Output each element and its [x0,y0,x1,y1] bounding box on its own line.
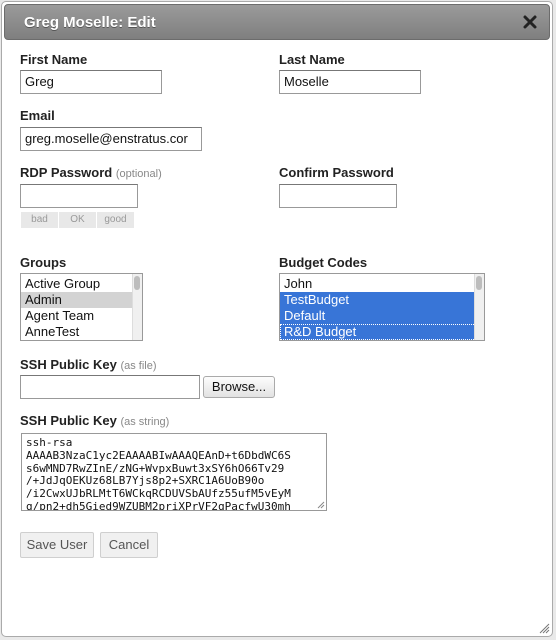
first-name-label: First Name [20,52,88,67]
ssh-string-label: SSH Public Key (as string) [20,413,169,428]
ssh-file-hint: (as file) [120,360,157,372]
edit-user-dialog: Greg Moselle: Edit First Name Greg Last … [1,1,553,637]
groups-scrollbar[interactable] [132,274,142,340]
strength-good: good [97,212,135,228]
groups-listbox[interactable]: Active Group Admin Agent Team AnneTest [20,273,143,341]
groups-option[interactable]: Agent Team [21,308,142,324]
rdp-password-label: RDP Password (optional) [20,165,162,180]
groups-option[interactable]: AnneTest [21,324,142,340]
groups-label: Groups [20,255,67,270]
strength-ok: OK [59,212,97,228]
browse-button[interactable]: Browse... [203,376,275,398]
ssh-key-text: ssh-rsa AAAAB3NzaC1yc2EAAAABIwAAAQEAnD+t… [26,436,291,511]
dialog-title-bar[interactable]: Greg Moselle: Edit [4,4,550,40]
rdp-password-field[interactable] [20,184,138,208]
budget-codes-scroll-thumb[interactable] [476,276,482,290]
confirm-password-label: Confirm Password [279,165,394,180]
ssh-string-hint: (as string) [120,416,170,428]
last-name-field[interactable]: Moselle [279,70,421,94]
rdp-password-label-text: RDP Password [20,165,113,180]
ssh-key-textarea[interactable]: ssh-rsa AAAAB3NzaC1yc2EAAAABIwAAAQEAnD+t… [21,433,327,511]
strength-bad: bad [21,212,59,228]
email-label: Email [20,108,55,123]
budget-option-selected[interactable]: Default [280,308,484,324]
rdp-password-hint: (optional) [115,168,162,180]
budget-codes-listbox[interactable]: John TestBudget Default R&D Budget [279,273,485,341]
close-icon[interactable] [521,13,539,31]
textarea-resize-grip-icon[interactable] [315,499,325,509]
dialog-resize-grip-icon[interactable] [538,622,550,634]
save-user-button[interactable]: Save User [20,532,94,558]
budget-codes-label: Budget Codes [279,255,368,270]
cancel-button[interactable]: Cancel [100,532,158,558]
password-strength-meter: bad OK good [21,212,135,228]
email-field[interactable]: greg.moselle@enstratus.cor [20,127,202,151]
first-name-field[interactable]: Greg [20,70,162,94]
budget-option-selected[interactable]: R&D Budget [280,324,484,340]
groups-option-selected[interactable]: Admin [21,292,142,308]
budget-option[interactable]: John [280,276,484,292]
last-name-label: Last Name [279,52,345,67]
budget-option-selected[interactable]: TestBudget [280,292,484,308]
ssh-file-label: SSH Public Key (as file) [20,357,157,372]
groups-scroll-thumb[interactable] [134,276,140,290]
ssh-file-label-text: SSH Public Key [20,357,117,372]
groups-option[interactable]: Active Group [21,276,142,292]
budget-codes-scrollbar[interactable] [474,274,484,340]
ssh-string-label-text: SSH Public Key [20,413,117,428]
ssh-file-path-field[interactable] [20,375,200,399]
dialog-title: Greg Moselle: Edit [24,14,156,31]
confirm-password-field[interactable] [279,184,397,208]
